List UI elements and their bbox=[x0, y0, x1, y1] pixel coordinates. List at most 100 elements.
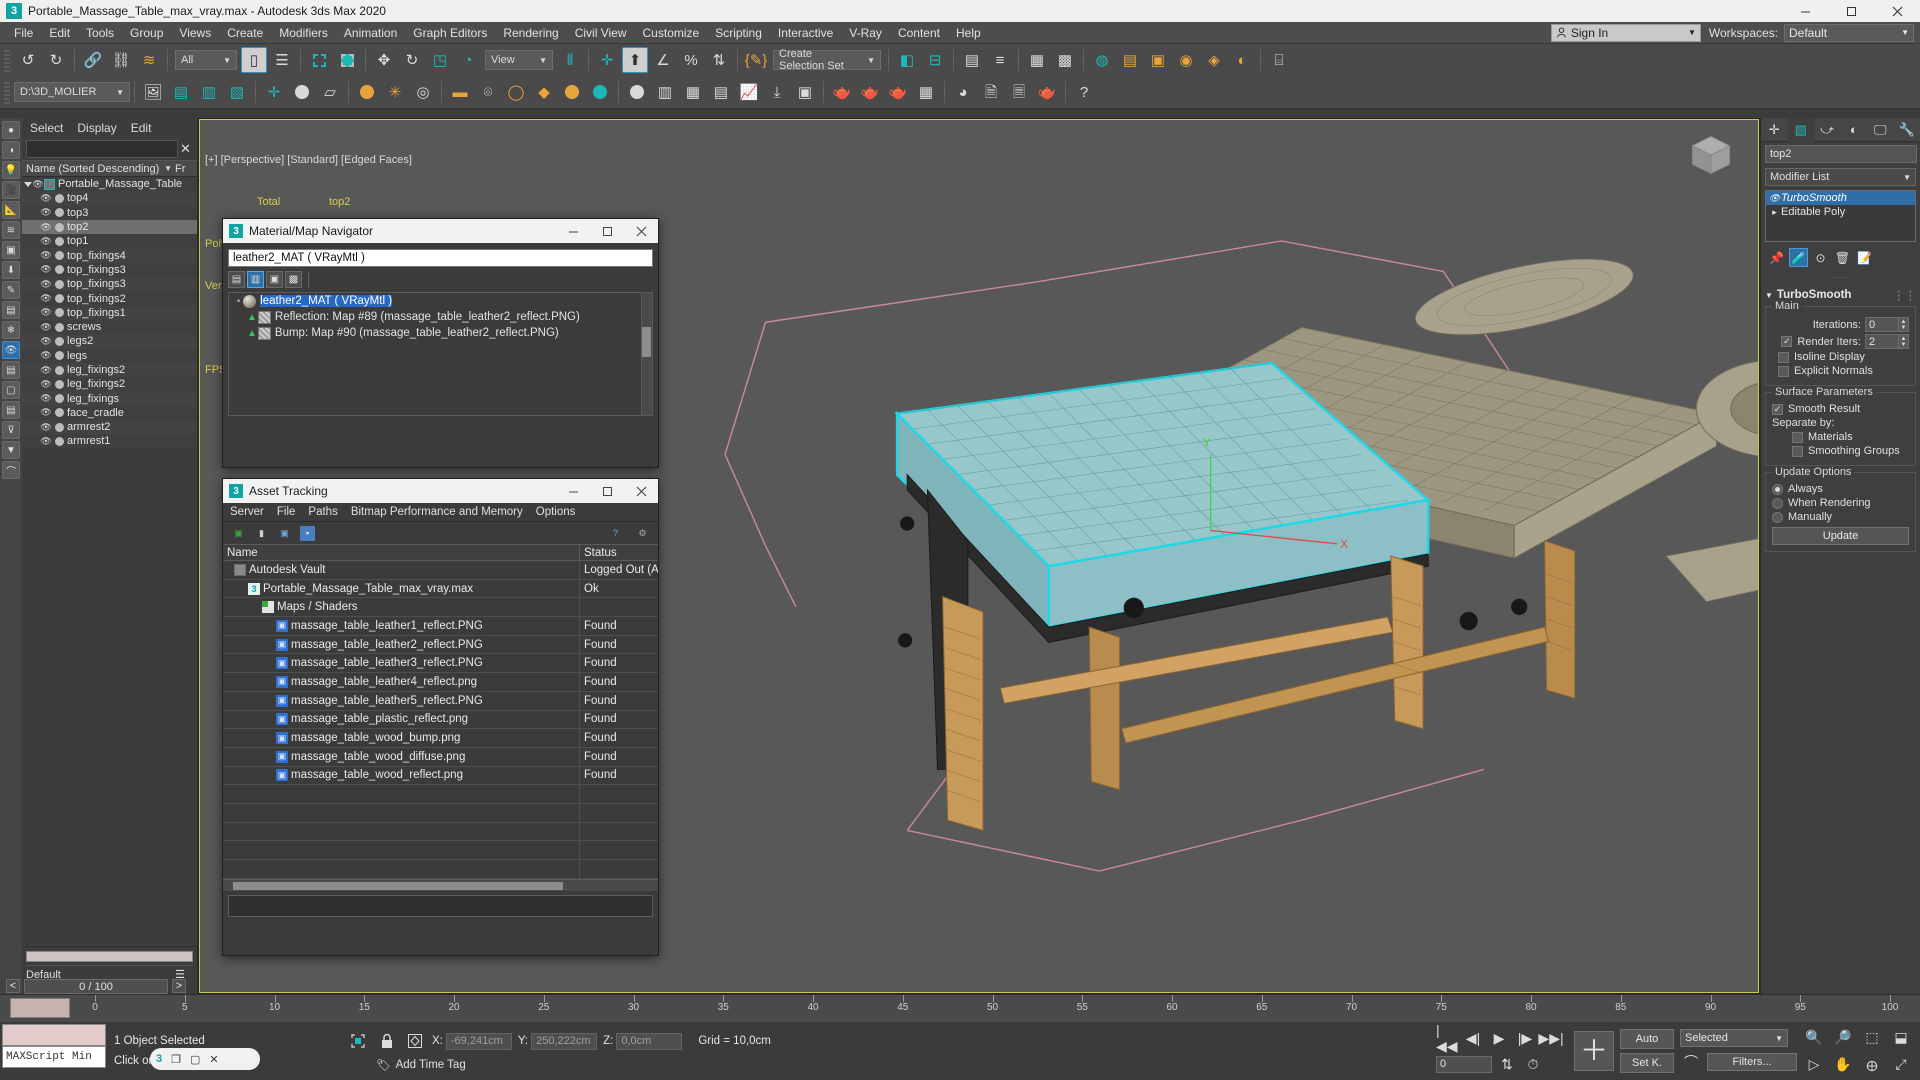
eye-icon[interactable]: 👁 bbox=[40, 193, 52, 204]
filter-clear-icon[interactable]: ⊽ bbox=[2, 421, 20, 439]
undo-button[interactable]: ↺ bbox=[15, 47, 41, 73]
select-and-move-button[interactable]: ✥ bbox=[371, 47, 397, 73]
set-key-toggle-button[interactable]: Set K. bbox=[1620, 1053, 1674, 1073]
cloth-tool-button[interactable]: ◆ bbox=[531, 79, 557, 105]
x-coordinate[interactable]: X: -69,241cm bbox=[432, 1032, 512, 1050]
x-value[interactable]: -69,241cm bbox=[445, 1032, 512, 1050]
explorer-root-row[interactable]: 👁 Portable_Massage_Table bbox=[22, 177, 197, 192]
settings-icon[interactable]: ⚙ bbox=[635, 526, 650, 541]
absolute-relative-mode-icon[interactable] bbox=[404, 1030, 426, 1052]
eye-icon[interactable]: 👁 bbox=[40, 264, 52, 275]
asset-row[interactable]: ▣ massage_table_leather4_reflect.png Found bbox=[223, 673, 658, 692]
maximize-viewport-toggle-icon[interactable]: ⤢ bbox=[1890, 1054, 1912, 1076]
material-library-button[interactable]: ▥ bbox=[652, 79, 678, 105]
eye-icon[interactable]: 👁 bbox=[40, 307, 52, 318]
vray-frame-buffer-button[interactable]: 🖼 bbox=[140, 79, 166, 105]
asset-row[interactable] bbox=[223, 803, 658, 823]
update-when-rendering-row[interactable]: When Rendering bbox=[1772, 497, 1909, 509]
next-frame-icon[interactable]: |▶ bbox=[1514, 1027, 1536, 1049]
isoline-display-checkbox[interactable] bbox=[1778, 351, 1789, 363]
asset-row[interactable]: 3 Portable_Massage_Table_max_vray.max Ok bbox=[223, 579, 658, 599]
minimize-icon[interactable] bbox=[1782, 0, 1828, 22]
motion-tab[interactable]: ◐ bbox=[1841, 118, 1868, 142]
refresh-assets-icon[interactable]: ▪ bbox=[300, 525, 315, 541]
eye-icon[interactable]: 👁 bbox=[40, 322, 52, 333]
rigging-tool-button[interactable]: ◯ bbox=[503, 79, 529, 105]
update-always-row[interactable]: Always bbox=[1772, 483, 1909, 495]
material-tree-list[interactable]: • leather2_MAT ( VRayMtl ) ▲ Reflection: Ma… bbox=[228, 292, 653, 416]
mirror-button[interactable]: ◧ bbox=[894, 47, 920, 73]
angle-snap-toggle-button[interactable]: ∠ bbox=[650, 47, 676, 73]
reference-coordinate-combo[interactable]: View ▼ bbox=[485, 50, 553, 70]
render-iterative-button[interactable]: ◈ bbox=[1201, 47, 1227, 73]
explorer-item-armrest2[interactable]: 👁 armrest2 bbox=[22, 420, 197, 435]
get-latest-icon[interactable]: ▣ bbox=[277, 526, 292, 541]
asset-row[interactable] bbox=[223, 841, 658, 860]
explorer-item-top2[interactable]: 👁 top2 bbox=[22, 219, 197, 235]
eye-icon[interactable]: 👁 bbox=[40, 250, 52, 261]
iterations-field[interactable] bbox=[1865, 317, 1899, 332]
modifier-stack[interactable]: 👁 TurboSmooth ▸ Editable Poly bbox=[1765, 190, 1916, 242]
small-icons-view-icon[interactable]: ▣ bbox=[266, 271, 283, 288]
column-header-status[interactable]: Status bbox=[580, 547, 658, 559]
menu-vray[interactable]: V-Ray bbox=[841, 23, 890, 43]
y-value[interactable]: 250,222cm bbox=[531, 1032, 598, 1050]
space-warps-filter-icon[interactable]: ≋ bbox=[2, 221, 20, 239]
key-tangent-icon[interactable]: ⌒ bbox=[1680, 1051, 1702, 1073]
zoom-region-icon[interactable]: ⬓ bbox=[1890, 1027, 1912, 1049]
create-primitive-button[interactable]: ✛ bbox=[261, 79, 287, 105]
check-out-icon[interactable]: ▮ bbox=[254, 526, 269, 541]
explicit-normals-checkbox[interactable] bbox=[1778, 365, 1789, 377]
eye-icon[interactable]: 👁 bbox=[40, 379, 52, 390]
asset-row[interactable] bbox=[223, 822, 658, 842]
select-and-link-button[interactable]: 🔗 bbox=[80, 47, 106, 73]
eye-icon[interactable]: 👁 bbox=[1768, 193, 1781, 204]
explorer-item-screws[interactable]: 👁 screws bbox=[22, 319, 197, 335]
sign-in-button[interactable]: Sign In ▼ bbox=[1550, 23, 1701, 42]
explorer-item-top1[interactable]: 👁 top1 bbox=[22, 234, 197, 249]
menu-help[interactable]: Help bbox=[948, 23, 989, 43]
rollout-drag-icon[interactable]: ⋮⋮ bbox=[1893, 288, 1916, 302]
add-time-tag[interactable]: 🏷 Add Time Tag bbox=[376, 1058, 466, 1072]
menu-scripting[interactable]: Scripting bbox=[707, 23, 770, 43]
material-tree-row[interactable]: ▲ Bump: Map #90 (massage_table_leather2_r… bbox=[229, 325, 652, 341]
import-tool-button[interactable]: ▣ bbox=[792, 79, 818, 105]
hide-unhide-icon[interactable]: 👁 bbox=[2, 341, 20, 359]
menu-edit[interactable]: Edit bbox=[41, 23, 78, 43]
create-selection-set-combo[interactable]: Create Selection Set ▼ bbox=[773, 48, 881, 72]
explorer-item-top4[interactable]: 👁 top4 bbox=[22, 191, 197, 206]
check-in-icon[interactable]: ▣ bbox=[231, 526, 246, 541]
maximize-icon[interactable] bbox=[590, 479, 624, 503]
previous-frame-icon[interactable]: ◀| bbox=[1462, 1027, 1484, 1049]
vray-toolbar-button-3[interactable]: ▥ bbox=[196, 79, 222, 105]
select-and-place-button[interactable]: ◔ bbox=[455, 47, 481, 73]
layer-explorer-button[interactable]: ▤ bbox=[959, 47, 985, 73]
explorer-menu-select[interactable]: Select bbox=[30, 121, 63, 135]
explorer-item-top_fixings4[interactable]: 👁 top_fixings4 bbox=[22, 248, 197, 263]
animation-tool-button[interactable]: ⌾ bbox=[475, 79, 501, 105]
eye-icon[interactable]: 👁 bbox=[40, 407, 52, 418]
iterations-stepper[interactable]: ▲▼ bbox=[1865, 317, 1909, 332]
asset-row[interactable]: ▣ massage_table_leather1_reflect.PNG Found bbox=[223, 617, 658, 636]
close-icon[interactable]: ✕ bbox=[178, 141, 193, 157]
menu-animation[interactable]: Animation bbox=[336, 23, 405, 43]
time-configuration-icon[interactable]: ⏱ bbox=[1522, 1053, 1544, 1075]
bones-filter-icon[interactable]: ⬇ bbox=[2, 261, 20, 279]
explorer-item-top3[interactable]: 👁 top3 bbox=[22, 205, 197, 220]
asset-menu-bitmap-performance[interactable]: Bitmap Performance and Memory bbox=[351, 506, 523, 518]
unwrap-uvw-button[interactable]: ▦ bbox=[680, 79, 706, 105]
explorer-item-leg_fixings2[interactable]: 👁 leg_fixings2 bbox=[22, 362, 197, 378]
field-of-view-icon[interactable]: ▷ bbox=[1803, 1054, 1825, 1076]
freeze-icon[interactable]: ❄ bbox=[2, 321, 20, 339]
vray-toolbar-button-4[interactable]: ▧ bbox=[224, 79, 250, 105]
time-slider-track[interactable]: 0 5 10 15 20 25 30 35 40 45 50 55 60 65 70 75 80 85 90 95 10… bbox=[0, 994, 1920, 1022]
explorer-item-top_fixings2[interactable]: 👁 top_fixings2 bbox=[22, 291, 197, 306]
box-tool-button[interactable]: ▱ bbox=[317, 79, 343, 105]
eye-icon[interactable]: 👁 bbox=[40, 293, 52, 304]
eye-icon[interactable]: 👁 bbox=[40, 236, 52, 247]
asset-table-body[interactable]: Autodesk Vault Logged Out (A 3 Portable_Mas… bbox=[223, 561, 658, 879]
material-sphere-button[interactable] bbox=[624, 79, 650, 105]
particles-filter-icon[interactable]: ✎ bbox=[2, 281, 20, 299]
spinner-arrows-icon[interactable]: ⇅ bbox=[1496, 1053, 1518, 1075]
edit-named-selection-sets-button[interactable]: {✎} bbox=[743, 47, 769, 73]
